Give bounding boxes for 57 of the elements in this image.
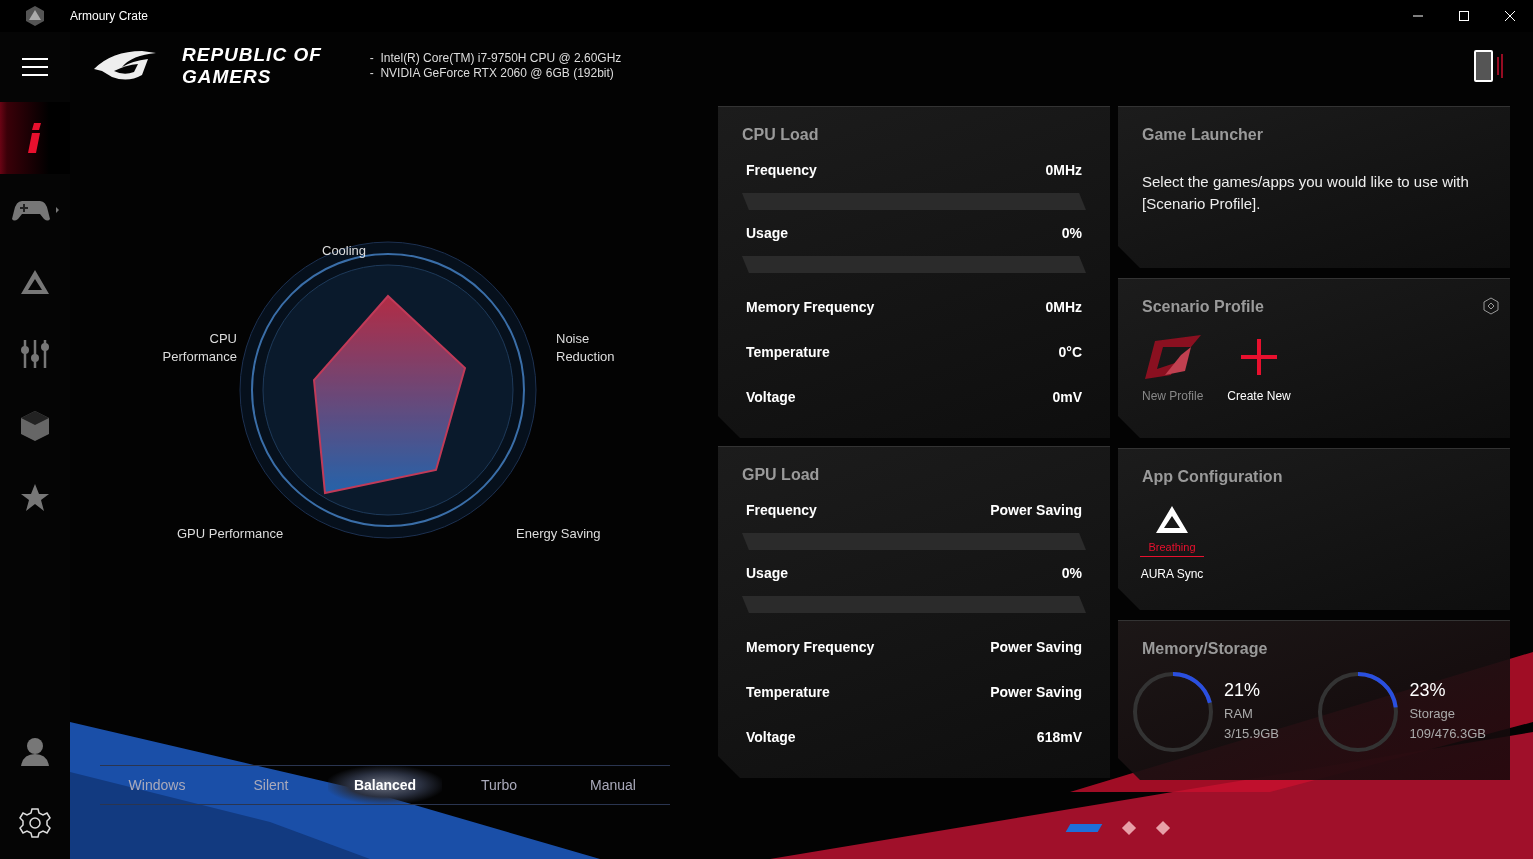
radar-label: Energy Saving	[516, 525, 601, 543]
metric-value: Power Saving	[990, 500, 1082, 520]
metric-label: Memory Frequency	[746, 298, 875, 317]
description-text: Select the games/apps you would like to use with [Scenario Profile].	[1142, 172, 1470, 214]
gauge-detail: 3/15.9GB	[1224, 724, 1279, 743]
profile-icon[interactable]	[1144, 335, 1201, 379]
radar-label: Cooling	[322, 242, 367, 260]
metric-value: 0%	[1061, 563, 1082, 583]
metric-label: Memory Frequency	[746, 638, 875, 657]
close-icon	[1504, 10, 1516, 22]
app-logo-icon	[24, 5, 46, 27]
metric-value: Power Saving	[990, 683, 1082, 702]
app-status: Breathing	[1140, 537, 1204, 557]
profile-label[interactable]: New Profile	[1142, 387, 1204, 405]
metric-label: Temperature	[746, 683, 830, 702]
card-title: CPU Load	[742, 125, 820, 145]
metric-value: Power Saving	[990, 638, 1082, 657]
metric-label: Usage	[746, 223, 789, 243]
app-label[interactable]: AURA Sync	[1140, 564, 1204, 583]
metric-value: 0°C	[1058, 343, 1082, 362]
gauge-percent: 21%	[1224, 679, 1262, 702]
triangle-icon[interactable]	[1155, 505, 1189, 535]
settings-icon[interactable]	[1482, 297, 1500, 315]
card-title: Game Launcher	[1142, 125, 1264, 145]
radar-label: CPU Performance	[161, 330, 237, 366]
gauge-percent: 23%	[1409, 679, 1447, 702]
mode-tab[interactable]: Turbo	[442, 766, 556, 804]
metric-label: Voltage	[746, 388, 796, 407]
gauge-label: RAM	[1224, 705, 1254, 723]
card-title: Memory/Storage	[1142, 639, 1269, 659]
logo-text: GAMERS	[182, 66, 273, 88]
metric-label: Usage	[746, 563, 789, 583]
metric-label: Frequency	[746, 160, 817, 180]
metric-value: 0MHz	[1045, 298, 1082, 317]
spec-line: - Intel(R) Core(TM) i7-9750H CPU @ 2.60GHz	[369, 51, 622, 66]
metric-value: 618mV	[1036, 728, 1082, 747]
gauge-label: Storage	[1409, 705, 1456, 723]
window-title: Armoury Crate	[70, 8, 149, 25]
spec-line: - NVIDIA GeForce RTX 2060 @ 6GB (192bit)	[369, 66, 615, 81]
metric-label: Voltage	[746, 728, 796, 747]
metric-label: Temperature	[746, 343, 830, 362]
radar-label: GPU Performance	[177, 525, 284, 543]
card-title: Scenario Profile	[1142, 297, 1265, 317]
info-icon[interactable]	[0, 102, 70, 174]
metric-value: 0MHz	[1045, 160, 1082, 180]
card-title: App Configuration	[1142, 467, 1284, 487]
create-label[interactable]: Create New	[1227, 387, 1291, 405]
mode-tab[interactable]: Balanced	[328, 766, 442, 804]
card-title: GPU Load	[742, 465, 821, 485]
radar-label: Noise Reduction	[556, 330, 616, 366]
metric-value: 0%	[1061, 223, 1082, 243]
mode-tab[interactable]: Manual	[556, 766, 670, 804]
maximize-icon	[1458, 10, 1470, 22]
metric-label: Frequency	[746, 500, 817, 520]
logo-text: REPUBLIC OF	[182, 44, 322, 66]
gauge-detail: 109/476.3GB	[1409, 724, 1486, 743]
metric-value: 0mV	[1052, 388, 1082, 407]
